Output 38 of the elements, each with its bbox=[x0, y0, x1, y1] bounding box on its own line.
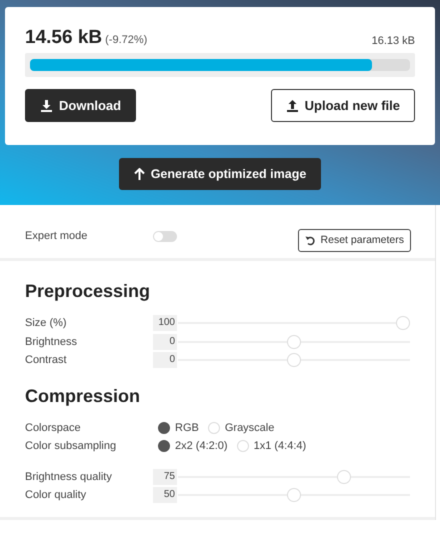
slider-thumb[interactable] bbox=[287, 488, 301, 502]
radio-button[interactable] bbox=[158, 422, 170, 434]
download-icon bbox=[40, 99, 53, 112]
radio-label[interactable]: 1x1 (4:4:4) bbox=[254, 440, 306, 452]
setting-label: Brightness bbox=[25, 336, 78, 348]
setting-label: Color quality bbox=[25, 489, 88, 502]
original-size: 16.13 kB bbox=[372, 35, 415, 47]
radio-label[interactable]: RGB bbox=[175, 422, 199, 434]
generate-button[interactable]: Generate optimized image bbox=[118, 158, 322, 190]
radio-button[interactable] bbox=[158, 440, 170, 452]
section-heading: Preprocessing bbox=[25, 281, 152, 302]
value-field[interactable]: 0 bbox=[153, 334, 177, 350]
setting-label: Contrast bbox=[25, 354, 68, 366]
download-button[interactable]: Download bbox=[25, 89, 136, 122]
radio-label[interactable]: Grayscale bbox=[224, 422, 274, 434]
expert-mode-toggle[interactable] bbox=[153, 230, 177, 242]
setting-label: Color subsampling bbox=[25, 440, 118, 452]
setting-label: Colorspace bbox=[25, 422, 82, 434]
setting-label: Size (%) bbox=[25, 317, 68, 330]
slider-thumb[interactable] bbox=[396, 316, 410, 330]
value-field[interactable]: 50 bbox=[153, 487, 177, 504]
slider-thumb[interactable] bbox=[337, 470, 352, 484]
upload-icon bbox=[286, 99, 299, 112]
setting-label: Brightness quality bbox=[25, 470, 113, 483]
reset-icon bbox=[304, 234, 316, 246]
size-change: (-9.72%) bbox=[105, 34, 148, 46]
slider-thumb[interactable] bbox=[287, 334, 301, 349]
radio-label[interactable]: 2x2 (4:2:0) bbox=[175, 440, 228, 452]
value-field[interactable]: 75 bbox=[153, 468, 177, 485]
value-field[interactable]: 0 bbox=[153, 352, 177, 368]
slider-thumb[interactable] bbox=[287, 353, 301, 368]
expert-mode-label: Expert mode bbox=[25, 230, 88, 242]
value-field[interactable]: 100 bbox=[153, 315, 177, 332]
upload-button[interactable]: Upload new file bbox=[270, 89, 415, 122]
section-heading: Compression bbox=[25, 386, 142, 406]
arrow-up-icon bbox=[134, 168, 145, 180]
compressed-size: 14.56 kB bbox=[25, 27, 102, 48]
reset-button[interactable]: Reset parameters bbox=[298, 228, 411, 252]
